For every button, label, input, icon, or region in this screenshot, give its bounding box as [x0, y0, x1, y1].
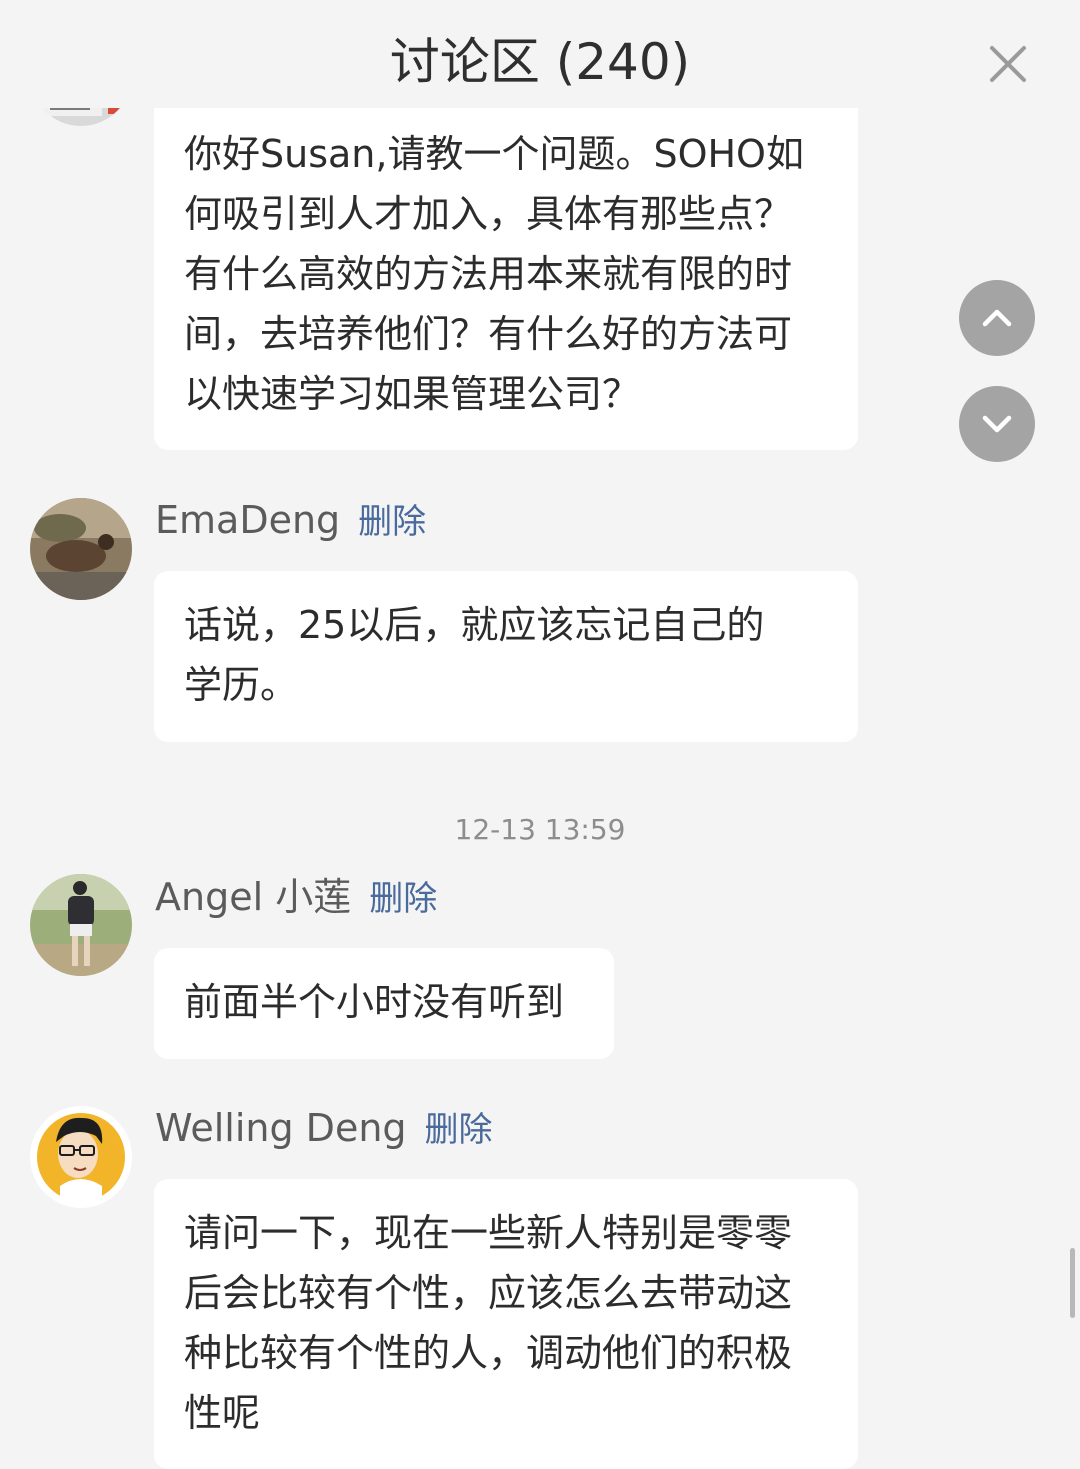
header-bar: 讨论区 (240) — [0, 0, 1080, 108]
message-text: 有什么高效的方法用本来就有限的时 — [184, 252, 793, 296]
username: Angel 小莲 删除 — [155, 873, 437, 923]
avatar[interactable] — [30, 1106, 132, 1208]
scrollbar[interactable] — [1070, 1248, 1075, 1318]
username-text: EmaDeng — [155, 498, 341, 542]
message-text: 性呢 — [184, 1391, 261, 1435]
message-bubble: 你好Susan,请教一个问题。SOHO如 何吸引到人才加入，具体有那些点？ 有什… — [154, 64, 858, 450]
delete-link[interactable]: 删除 — [425, 1110, 493, 1150]
avatar[interactable] — [30, 874, 132, 976]
message-text: 间，去培养他们？有什么好的方法可 — [184, 312, 793, 356]
message-text: 前面半个小时没有听到 — [184, 980, 565, 1024]
message-text: 何吸引到人才加入，具体有那些点？ — [184, 192, 793, 236]
username: EmaDeng 删除 — [155, 496, 426, 546]
message-text: 以快速学习如果管理公司？ — [184, 372, 641, 416]
page-title: 讨论区 (240) — [389, 33, 691, 91]
message-text: 话说，25以后，就应该忘记自己的 — [184, 603, 765, 647]
chevron-down-icon — [982, 415, 1012, 433]
message-text: 后会比较有个性，应该怎么去带动这 — [184, 1271, 793, 1315]
close-button[interactable] — [982, 38, 1034, 90]
scroll-up-button[interactable] — [959, 280, 1035, 356]
username-text: Welling Deng — [155, 1106, 407, 1150]
message-text: 请问一下，现在一些新人特别是零零 — [184, 1211, 793, 1255]
username-text: Angel 小莲 — [155, 875, 352, 919]
message-text: 你好Susan,请教一个问题。SOHO如 — [184, 132, 804, 176]
message-text: 种比较有个性的人，调动他们的积极 — [184, 1331, 793, 1375]
chevron-up-icon — [982, 309, 1012, 327]
delete-link[interactable]: 删除 — [358, 502, 426, 542]
message-text: 学历。 — [184, 663, 299, 707]
timestamp: 12-13 13:59 — [454, 813, 626, 846]
delete-link[interactable]: 删除 — [369, 879, 437, 919]
message-feed[interactable]: 你好Susan,请教一个问题。SOHO如 何吸引到人才加入，具体有那些点？ 有什… — [0, 0, 1080, 1469]
message-bubble: 请问一下，现在一些新人特别是零零 后会比较有个性，应该怎么去带动这 种比较有个性… — [154, 1179, 858, 1469]
message-bubble: 前面半个小时没有听到 — [154, 948, 614, 1059]
username: Welling Deng 删除 — [155, 1104, 493, 1154]
scroll-down-button[interactable] — [959, 386, 1035, 462]
message-bubble: 话说，25以后，就应该忘记自己的 学历。 — [154, 571, 858, 742]
close-icon — [990, 46, 1026, 82]
avatar[interactable] — [30, 498, 132, 600]
